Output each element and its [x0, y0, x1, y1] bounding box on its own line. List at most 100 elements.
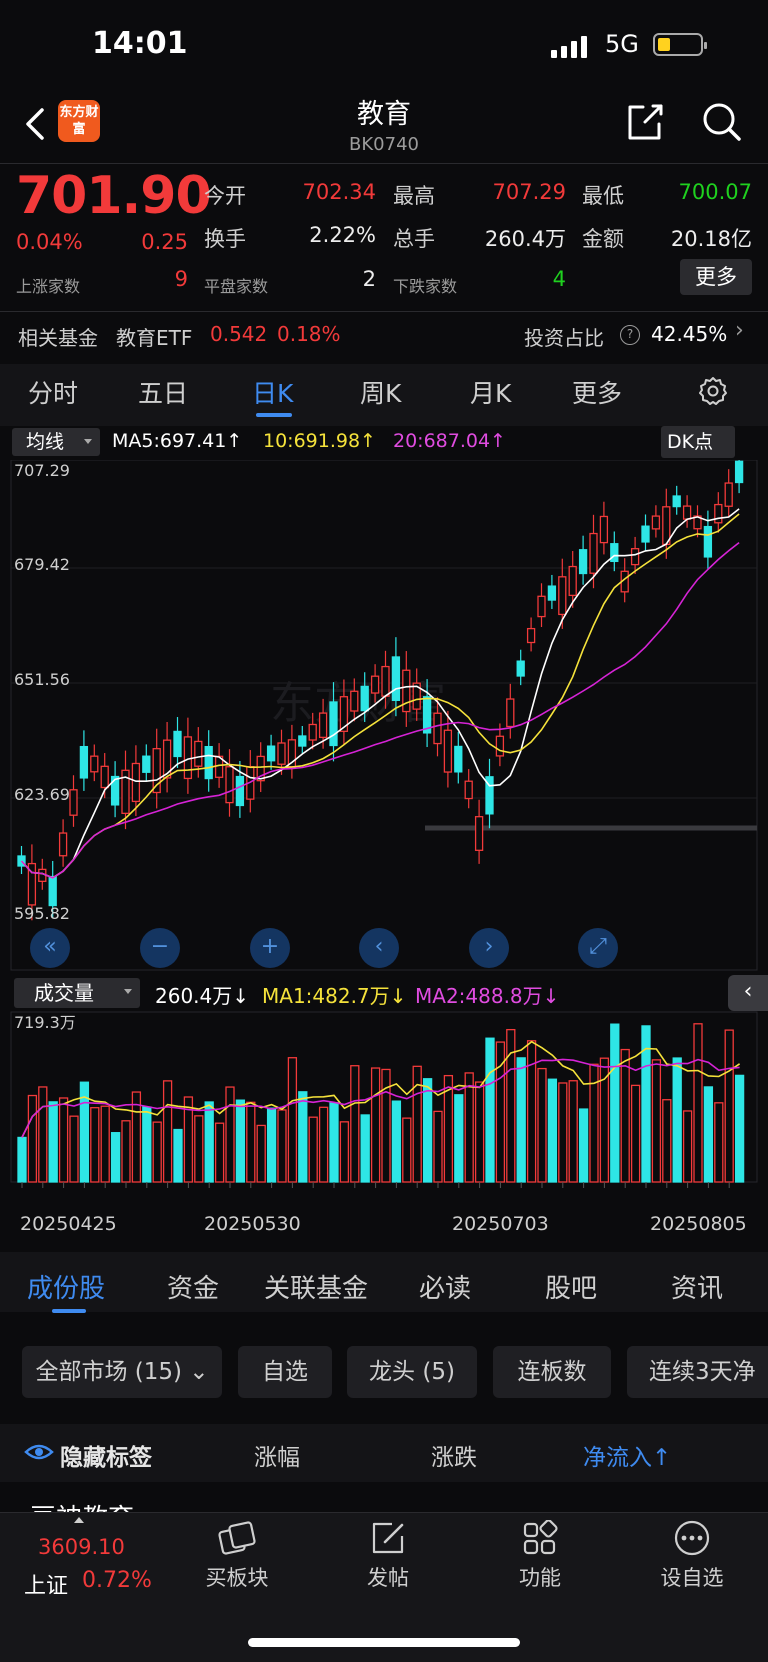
nav-post[interactable]: 发帖 — [328, 1520, 448, 1592]
volume-bar — [682, 1110, 693, 1183]
tab-forum[interactable]: 股吧 — [545, 1268, 597, 1305]
dk-label: DK点 — [667, 431, 714, 453]
more-button[interactable]: 更多 — [680, 259, 752, 295]
filter-limit-up-streak[interactable]: 连板数 — [493, 1346, 611, 1398]
tab-five-day[interactable]: 五日 — [138, 374, 188, 410]
amount-value: 20.18亿 — [670, 227, 752, 251]
index-value[interactable]: 3609.10 — [38, 1535, 125, 1559]
ma5-value: MA5:697.41↑ — [112, 430, 243, 452]
zoom-in-button[interactable]: + — [250, 928, 290, 968]
candle-body — [183, 736, 193, 780]
current-price: 701.90 — [16, 166, 212, 226]
chevron-right-icon[interactable]: › — [735, 318, 744, 343]
price-axis-label: 707.29 — [14, 461, 70, 480]
candle-body — [724, 482, 733, 507]
volume-bar — [69, 1115, 79, 1183]
status-time: 14:01 — [92, 26, 188, 61]
tab-weekly-k[interactable]: 周K — [360, 374, 401, 410]
tab-daily-k[interactable]: 日K — [252, 374, 293, 410]
price-axis-label: 595.82 — [14, 904, 70, 923]
tab-monthly-k[interactable]: 月K — [470, 374, 511, 410]
volume-bar — [433, 1110, 443, 1183]
col-net-inflow[interactable]: 净流入↑ — [583, 1438, 671, 1472]
indicator-select[interactable]: 均线 — [12, 428, 100, 456]
gear-icon[interactable] — [697, 375, 729, 407]
candle-body — [443, 729, 453, 773]
turnover-value: 2.22% — [309, 223, 376, 247]
zoom-out-button[interactable]: − — [140, 928, 180, 968]
filter-all-markets[interactable]: 全部市场 (15) ⌄ — [22, 1346, 222, 1398]
tab-intraday[interactable]: 分时 — [28, 374, 78, 410]
help-icon[interactable]: ? — [620, 325, 640, 345]
tab-related-funds[interactable]: 关联基金 — [264, 1268, 368, 1305]
hide-tags-toggle[interactable]: 隐藏标签 — [60, 1438, 152, 1472]
filter-watchlist[interactable]: 自选 — [238, 1346, 332, 1398]
low-label: 最低 — [582, 184, 624, 208]
indicator-select-label: 均线 — [26, 431, 65, 453]
volume-bar — [422, 1078, 433, 1183]
signal-icon — [551, 36, 587, 58]
candle-body — [734, 460, 744, 484]
fullscreen-button[interactable]: ⤢ — [578, 928, 618, 968]
tab-news[interactable]: 资讯 — [671, 1268, 723, 1305]
col-change[interactable]: 涨跌 — [431, 1438, 477, 1472]
candle-body — [506, 698, 515, 728]
eye-icon[interactable] — [24, 1442, 54, 1462]
date-label: 20250425 — [20, 1213, 117, 1235]
nav-buy-sector[interactable]: 买板块 — [177, 1520, 297, 1592]
caret-down-icon — [84, 439, 92, 444]
scroll-right-button[interactable]: › — [469, 928, 509, 968]
candle-body — [48, 875, 57, 907]
section-tab-bar — [0, 1252, 768, 1312]
col-change-pct[interactable]: 涨幅 — [254, 1438, 300, 1472]
divider — [0, 163, 768, 164]
candle-body — [58, 832, 68, 857]
volume-label: 总手 — [393, 227, 435, 251]
candle-body — [204, 745, 213, 780]
related-fund-label: 相关基金 — [18, 326, 98, 350]
nav-functions[interactable]: 功能 — [480, 1520, 600, 1592]
rewind-button[interactable]: « — [30, 928, 70, 968]
volume-bar — [266, 1107, 277, 1183]
tab-capital[interactable]: 资金 — [167, 1268, 219, 1305]
candle-body — [308, 723, 317, 741]
candle-body — [578, 549, 588, 575]
candle-body — [547, 585, 557, 601]
filter-leaders[interactable]: 龙头 (5) — [347, 1346, 477, 1398]
nav-label: 买板块 — [205, 1566, 269, 1590]
investment-ratio-label: 投资占比 — [524, 326, 604, 350]
volume-bar — [308, 1116, 318, 1183]
candle-body — [589, 532, 598, 574]
high-value: 707.29 — [492, 180, 566, 204]
date-label: 20250703 — [452, 1213, 549, 1235]
volume-bar — [360, 1114, 370, 1183]
volume-bar — [173, 1128, 183, 1183]
index-change: 0.72% — [82, 1568, 152, 1593]
candlestick-chart[interactable]: 东方财富 707.29679.42651.56623.69595.82 — [0, 460, 768, 972]
candle-body — [537, 595, 546, 618]
volume-bar — [350, 1065, 360, 1183]
volume-bar — [402, 1117, 412, 1183]
volume-bar — [703, 1086, 714, 1183]
investment-ratio: 42.45% — [651, 322, 728, 346]
fund-name[interactable]: 教育ETF — [116, 322, 192, 351]
volume-chart[interactable]: 719.3万 — [0, 976, 768, 1208]
candle-body — [703, 525, 713, 558]
volume-bar — [474, 1081, 485, 1183]
tab-must-read[interactable]: 必读 — [419, 1268, 471, 1305]
candle-body — [495, 735, 505, 757]
volume-bar — [194, 1115, 204, 1183]
filter-net-inflow-3days[interactable]: 连续3天净 — [627, 1346, 768, 1398]
volume-bar — [693, 1023, 703, 1183]
tab-constituents[interactable]: 成份股 — [27, 1268, 105, 1305]
scroll-left-button[interactable]: ‹ — [359, 928, 399, 968]
search-icon[interactable] — [701, 101, 743, 143]
dk-point-button[interactable]: DK点 — [661, 426, 735, 458]
volume-bar — [516, 1057, 526, 1183]
volume-bar — [298, 1091, 308, 1183]
cards-icon — [218, 1521, 256, 1555]
nav-add-watchlist[interactable]: 设自选 — [632, 1520, 752, 1592]
high-label: 最高 — [393, 184, 435, 208]
tab-more[interactable]: 更多 — [572, 374, 622, 410]
share-icon[interactable] — [625, 102, 665, 142]
